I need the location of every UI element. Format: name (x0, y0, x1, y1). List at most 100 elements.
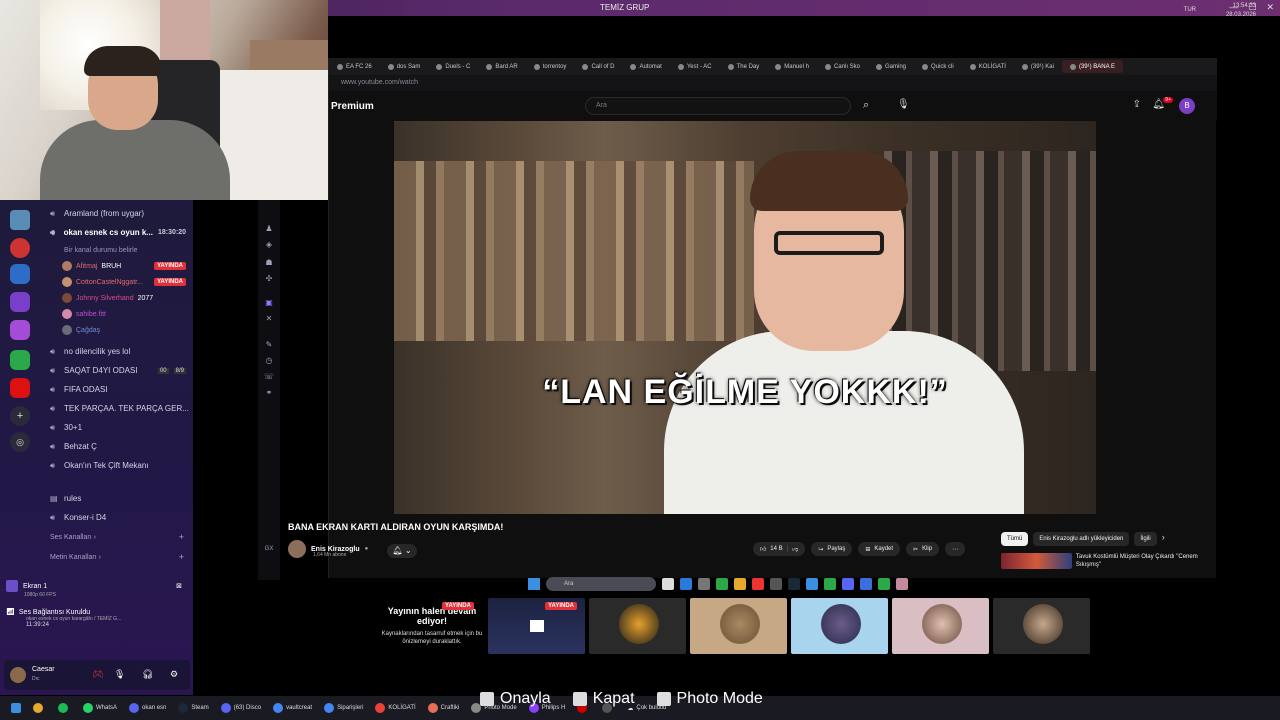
browser-tab[interactable]: Call of D (574, 63, 622, 70)
browser-tab[interactable]: torrentoy (526, 63, 575, 70)
microphone-icon[interactable]: 🎙︎ (114, 669, 125, 680)
taskbar-app[interactable] (53, 698, 76, 718)
participant-tile[interactable] (690, 598, 787, 654)
voice-channel[interactable]: 🔊︎ Aramland (from uygar) (44, 204, 190, 223)
recommended-title[interactable]: Tavuk Kostümlü Müşteri Olay Çıkardı "Cen… (1076, 553, 1211, 573)
discover-icon[interactable]: ◎ (10, 432, 30, 452)
gear-icon[interactable]: ⚙︎ (170, 669, 178, 680)
share-button[interactable]: ↪ Paylaş (811, 542, 853, 556)
browser-tab[interactable]: Yest - AC (670, 63, 720, 70)
channel-avatar[interactable] (288, 540, 306, 558)
search-input[interactable]: Ara (585, 97, 851, 115)
sidebar-icon[interactable]: ☏ (264, 372, 274, 382)
taskbar-app[interactable]: Craftiki (423, 698, 465, 718)
sidebar-icon[interactable]: ✣ (264, 274, 274, 284)
voice-channel[interactable]: 🔊︎ no dilencilik yes lol (44, 342, 190, 361)
browser-tab[interactable]: KOLİGATİ (962, 63, 1014, 70)
taskbar-app[interactable]: Steam (173, 698, 213, 718)
taskbar-app[interactable]: Siparişleri (319, 698, 368, 718)
sidebar-icon[interactable]: ♟ (264, 224, 274, 234)
x-icon[interactable]: ✕ (264, 314, 274, 324)
voice-channel-active[interactable]: 🔊︎ okan esnek cs oyun k... 18:30:20 (44, 223, 190, 242)
voice-member[interactable]: Johnny Silverhand 2077 (44, 290, 190, 306)
mute-icon[interactable]: 🎮︎ (92, 669, 103, 680)
text-channel[interactable]: 🔊︎ Konser-i D4 (44, 508, 190, 527)
browser-tab[interactable]: (39¹) BANA E (1061, 60, 1123, 73)
browser-tab[interactable]: Gaming (868, 63, 914, 70)
server-icon[interactable] (10, 238, 30, 258)
chip-all[interactable]: Tümü (1001, 532, 1029, 546)
video-player[interactable]: “LAN EĞİLME YOKKK!” (394, 121, 1096, 514)
taskbar-app[interactable]: vaultcreat (268, 698, 317, 718)
headphones-icon[interactable]: 🎧︎ (142, 669, 153, 680)
thumbs-down-icon[interactable]: 👎︎ (792, 545, 798, 553)
confirm-hint[interactable]: Onayla (480, 690, 551, 708)
text-channel[interactable]: ▤ rules (44, 489, 190, 508)
twitch-icon[interactable]: ▣ (264, 298, 274, 308)
search-icon[interactable]: ⌕ (863, 99, 877, 113)
browser-tab[interactable]: Automat (622, 63, 669, 70)
taskbar-app[interactable]: okan esn (124, 698, 171, 718)
recommended-thumbnail[interactable] (1001, 553, 1072, 569)
server-icon[interactable] (10, 292, 30, 312)
server-icon[interactable] (10, 264, 30, 284)
server-icon[interactable] (10, 378, 30, 398)
voice-channel[interactable]: 🔊︎ 30+1 (44, 418, 190, 437)
close-icon[interactable]: ✕ (1266, 2, 1274, 13)
sidebar-icon[interactable]: ☗ (264, 258, 274, 268)
sidebar-icon[interactable]: ⚭ (264, 388, 274, 398)
browser-tab[interactable]: Quick cli (914, 63, 962, 70)
add-server-icon[interactable]: + (10, 406, 30, 426)
add-channel-icon[interactable]: + (179, 552, 184, 562)
sidebar-icon[interactable]: ✎ (264, 340, 274, 350)
browser-tab[interactable]: The Day (720, 63, 768, 70)
browser-tab[interactable]: EA FC 26 (329, 63, 380, 70)
browser-tab[interactable]: Duels - C (428, 63, 478, 70)
voice-member[interactable]: CottonCastelNggatr... YAYINDA (44, 274, 190, 290)
start-button[interactable] (6, 698, 26, 718)
participant-tile[interactable] (589, 598, 686, 654)
microphone-icon[interactable]: 🎙︎ (897, 99, 911, 113)
youtube-logo[interactable]: Premium (331, 101, 374, 112)
voice-member[interactable]: Afitmaj BRUH YAYINDA (44, 258, 190, 274)
clip-button[interactable]: ✂ Klip (906, 542, 940, 556)
save-button[interactable]: ⊞ Kaydet (858, 542, 901, 556)
voice-channel[interactable]: 🔊︎ Behzat Ç (44, 437, 190, 456)
browser-tab[interactable]: Bard AR (478, 63, 525, 70)
language-indicator[interactable]: TUR (1184, 7, 1196, 13)
taskbar-app[interactable] (28, 698, 51, 718)
browser-tab[interactable]: Canlı Sko (817, 63, 868, 70)
section-header-voice[interactable]: Ses Kanalları › + (44, 527, 190, 547)
chip-related[interactable]: İlgili (1134, 532, 1157, 546)
participant-tile[interactable] (993, 598, 1090, 654)
voice-channel[interactable]: 🔊︎ SAQAT D4YI ODASI 00 8/9 (44, 361, 190, 380)
chip-from-uploader[interactable]: Enis Kirazoglu adlı yükleyiciden (1033, 532, 1130, 546)
voice-member[interactable]: sahibe.fitt (44, 306, 190, 322)
voice-channel[interactable]: 🔊︎ FIFA ODASI (44, 380, 190, 399)
browser-tab[interactable]: Manuel h (767, 63, 817, 70)
voice-channel[interactable]: 🔊︎ Okan'ın Tek Çift Mekanı (44, 456, 190, 475)
more-button[interactable]: ⋯ (945, 542, 966, 556)
avatar[interactable] (10, 667, 26, 683)
upload-icon[interactable]: ⇪ (1133, 99, 1141, 110)
like-button[interactable]: 👍︎ 14 B | 👎︎ (753, 542, 806, 556)
subscribe-bell-button[interactable]: 🔔︎ ⌄ (387, 544, 417, 558)
taskbar-app[interactable]: KOLİGATİ (370, 698, 420, 718)
recommended-video[interactable]: Tavuk Kostümlü Müşteri Olay Çıkardı "Cen… (1001, 553, 1211, 573)
history-icon[interactable]: ◷ (264, 356, 274, 366)
stop-share-icon[interactable]: ⊠ (176, 582, 182, 590)
channel-status[interactable]: Bir kanal durumu belirle (44, 242, 190, 258)
voice-channel[interactable]: 🔊︎ TEK PARÇAA. TEK PARÇA GER... (44, 399, 190, 418)
stream-preview-screen[interactable]: YAYINDA (488, 598, 585, 654)
avatar[interactable]: B (1179, 98, 1195, 114)
gx-icon[interactable]: GX (264, 544, 274, 554)
server-icon[interactable] (10, 350, 30, 370)
server-icon[interactable] (10, 210, 30, 230)
sidebar-icon[interactable]: ◈ (264, 240, 274, 250)
channel-info[interactable]: Enis Kirazoglu ● 1,64 Mn abone (288, 540, 368, 558)
section-header-text[interactable]: Metin Kanalları › + (44, 547, 190, 567)
taskbar-app[interactable]: (63) Disco (216, 698, 266, 718)
add-channel-icon[interactable]: + (179, 532, 184, 542)
chevron-right-icon[interactable]: › (1162, 532, 1165, 546)
close-hint[interactable]: Kapat (572, 690, 635, 708)
